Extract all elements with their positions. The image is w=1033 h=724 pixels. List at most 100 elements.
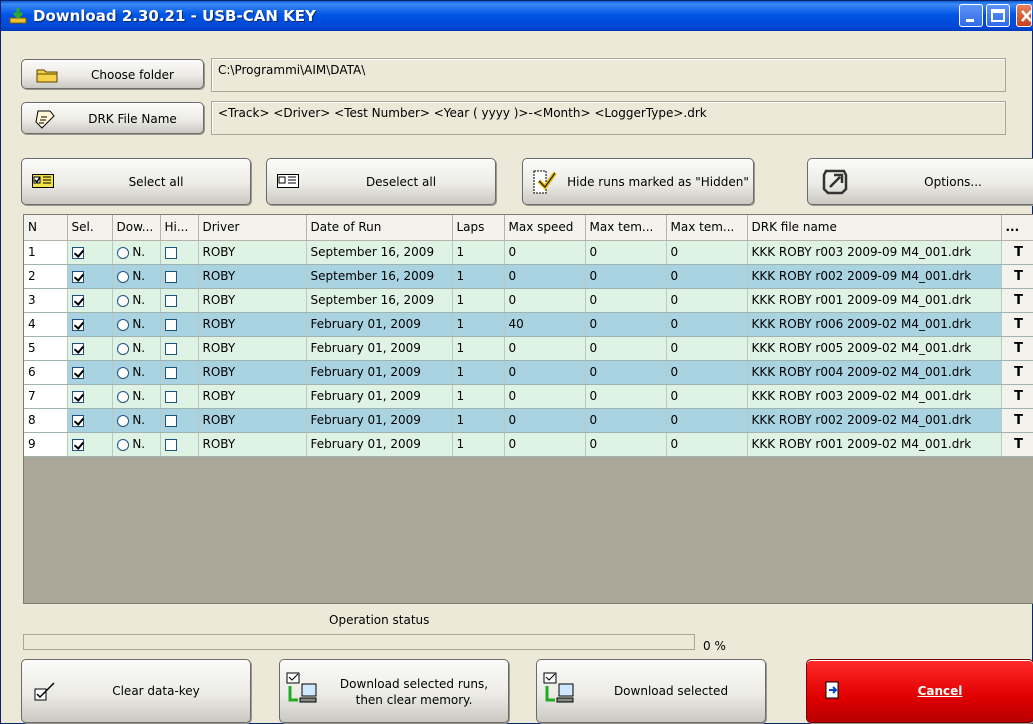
download-radio[interactable] xyxy=(116,342,129,355)
text-edit-button[interactable]: T xyxy=(1000,431,1033,457)
column-header[interactable]: Dow... xyxy=(112,215,161,241)
column-header[interactable]: Laps xyxy=(452,215,505,241)
text-edit-button[interactable]: T xyxy=(1000,263,1033,289)
select-cell[interactable] xyxy=(67,384,113,409)
download-selected-button[interactable]: Download selected xyxy=(536,659,766,723)
hidden-checkbox[interactable] xyxy=(164,414,177,427)
drk-pattern-field[interactable]: <Track> <Driver> <Test Number> <Year ( y… xyxy=(211,101,1006,135)
download-radio[interactable] xyxy=(116,294,129,307)
download-cell[interactable]: N. xyxy=(112,360,161,385)
column-header[interactable]: Hi... xyxy=(160,215,199,241)
clear-data-key-button[interactable]: Clear data-key xyxy=(21,659,251,723)
download-radio[interactable] xyxy=(116,390,129,403)
hidden-checkbox[interactable] xyxy=(164,318,177,331)
hidden-cell[interactable] xyxy=(160,336,199,361)
close-button[interactable] xyxy=(1016,4,1032,27)
text-edit-button[interactable]: T xyxy=(1000,359,1033,385)
hidden-cell[interactable] xyxy=(160,240,199,265)
runs-grid[interactable]: N Sel. Dow... Hi... Driver Date of Run L… xyxy=(23,214,1033,604)
text-edit-button[interactable]: T xyxy=(1000,287,1033,313)
column-header[interactable]: Sel. xyxy=(67,215,113,241)
select-checkbox[interactable] xyxy=(71,342,84,355)
hidden-checkbox[interactable] xyxy=(164,390,177,403)
column-header[interactable]: Driver xyxy=(198,215,307,241)
table-row[interactable]: 3 N. ROBY September 16, 2009 1 0 0 0 KKK ROBY r… xyxy=(24,287,1033,313)
hidden-cell[interactable] xyxy=(160,408,199,433)
hidden-cell[interactable] xyxy=(160,384,199,409)
select-checkbox[interactable] xyxy=(71,366,84,379)
table-row[interactable]: 8 N. ROBY February 01, 2009 1 0 0 0 KKK ROBY r0… xyxy=(24,407,1033,433)
column-header[interactable]: Date of Run xyxy=(306,215,453,241)
download-cell[interactable]: N. xyxy=(112,432,161,457)
select-cell[interactable] xyxy=(67,240,113,265)
hidden-checkbox[interactable] xyxy=(164,366,177,379)
download-radio[interactable] xyxy=(116,414,129,427)
options-button[interactable]: Options... xyxy=(807,158,1033,205)
choose-folder-button[interactable]: Choose folder xyxy=(21,59,204,89)
select-cell[interactable] xyxy=(67,312,113,337)
table-row[interactable]: 2 N. ROBY September 16, 2009 1 0 0 0 KKK ROBY r… xyxy=(24,263,1033,289)
drk-file-name-button[interactable]: DRK File Name xyxy=(21,102,204,134)
column-header[interactable]: Max speed xyxy=(504,215,586,241)
select-checkbox[interactable] xyxy=(71,294,84,307)
download-cell[interactable]: N. xyxy=(112,264,161,289)
select-cell[interactable] xyxy=(67,336,113,361)
select-checkbox[interactable] xyxy=(71,390,84,403)
download-radio[interactable] xyxy=(116,366,129,379)
text-edit-button[interactable]: T xyxy=(1000,383,1033,409)
select-cell[interactable] xyxy=(67,360,113,385)
title-bar[interactable]: Download 2.30.21 - USB-CAN KEY xyxy=(1,1,1033,31)
select-cell[interactable] xyxy=(67,432,113,457)
download-radio[interactable] xyxy=(116,438,129,451)
table-row[interactable]: 6 N. ROBY February 01, 2009 1 0 0 0 KKK ROBY r0… xyxy=(24,359,1033,385)
download-cell[interactable]: N. xyxy=(112,312,161,337)
table-row[interactable]: 9 N. ROBY February 01, 2009 1 0 0 0 KKK ROBY r0… xyxy=(24,431,1033,457)
download-radio[interactable] xyxy=(116,318,129,331)
hidden-checkbox[interactable] xyxy=(164,438,177,451)
hidden-checkbox[interactable] xyxy=(164,342,177,355)
download-cell[interactable]: N. xyxy=(112,384,161,409)
download-radio[interactable] xyxy=(116,270,129,283)
column-header[interactable]: Max tem... xyxy=(666,215,748,241)
hidden-checkbox[interactable] xyxy=(164,270,177,283)
table-row[interactable]: 5 N. ROBY February 01, 2009 1 0 0 0 KKK ROBY r0… xyxy=(24,335,1033,361)
text-edit-button[interactable]: T xyxy=(1000,311,1033,337)
deselect-all-button[interactable]: Deselect all xyxy=(266,158,496,205)
hidden-cell[interactable] xyxy=(160,264,199,289)
select-checkbox[interactable] xyxy=(71,246,84,259)
table-row[interactable]: 7 N. ROBY February 01, 2009 1 0 0 0 KKK ROBY r0… xyxy=(24,383,1033,409)
select-cell[interactable] xyxy=(67,408,113,433)
select-all-button[interactable]: Select all xyxy=(21,158,251,205)
hidden-checkbox[interactable] xyxy=(164,294,177,307)
download-cell[interactable]: N. xyxy=(112,240,161,265)
column-header[interactable]: DRK file name xyxy=(747,215,1002,241)
hidden-cell[interactable] xyxy=(160,432,199,457)
folder-path-field[interactable]: C:\Programmi\AIM\DATA\ xyxy=(211,58,1006,92)
maximize-button[interactable] xyxy=(986,4,1010,27)
column-header[interactable]: ... xyxy=(1001,215,1033,241)
download-and-clear-button[interactable]: Download selected runs, then clear memor… xyxy=(279,659,509,723)
minimize-button[interactable] xyxy=(959,4,983,27)
column-header[interactable]: N xyxy=(24,215,68,241)
text-edit-button[interactable]: T xyxy=(1000,335,1033,361)
download-cell[interactable]: N. xyxy=(112,288,161,313)
select-cell[interactable] xyxy=(67,288,113,313)
download-cell[interactable]: N. xyxy=(112,336,161,361)
cancel-button[interactable]: Cancel xyxy=(806,659,1033,723)
table-row[interactable]: 1 N. ROBY September 16, 2009 1 0 0 0 KKK ROBY r… xyxy=(24,239,1033,265)
select-checkbox[interactable] xyxy=(71,270,84,283)
hidden-cell[interactable] xyxy=(160,312,199,337)
select-checkbox[interactable] xyxy=(71,318,84,331)
download-radio[interactable] xyxy=(116,246,129,259)
hidden-cell[interactable] xyxy=(160,288,199,313)
select-checkbox[interactable] xyxy=(71,414,84,427)
hide-runs-button[interactable]: Hide runs marked as "Hidden" xyxy=(522,158,754,205)
table-row[interactable]: 4 N. ROBY February 01, 2009 1 40 0 0 KKK ROBY r… xyxy=(24,311,1033,337)
select-cell[interactable] xyxy=(67,264,113,289)
download-cell[interactable]: N. xyxy=(112,408,161,433)
select-checkbox[interactable] xyxy=(71,438,84,451)
text-edit-button[interactable]: T xyxy=(1000,239,1033,265)
column-header[interactable]: Max tem... xyxy=(585,215,667,241)
hidden-checkbox[interactable] xyxy=(164,246,177,259)
hidden-cell[interactable] xyxy=(160,360,199,385)
